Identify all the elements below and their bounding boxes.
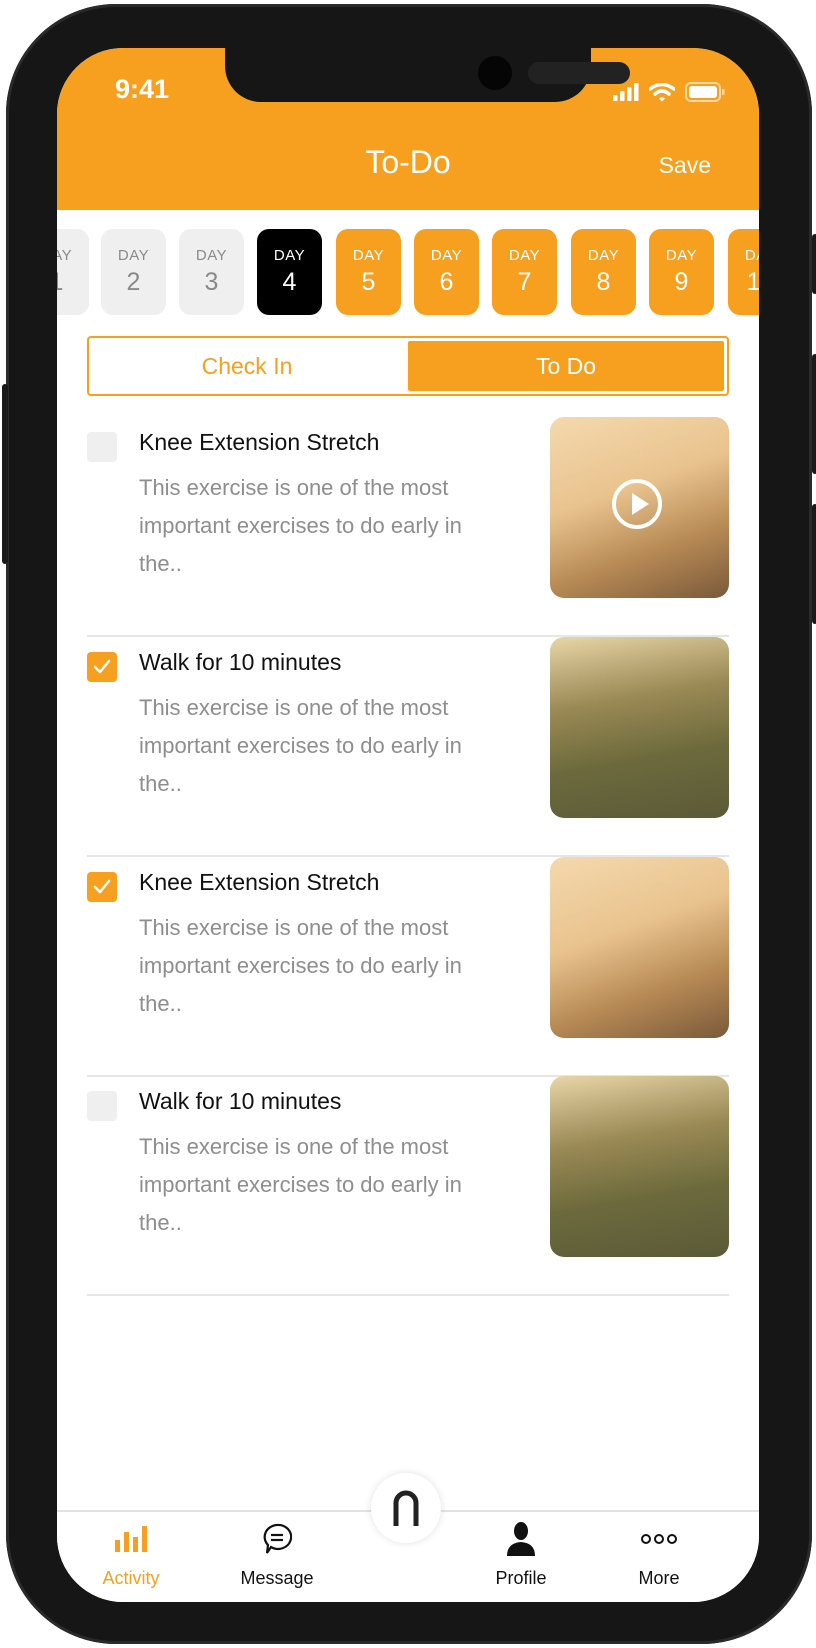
day-chip[interactable]: DAY 5 [336,229,401,315]
side-button [812,504,816,624]
item-description: This exercise is one of the most importa… [139,695,462,796]
bar-chart-icon [115,1526,147,1552]
side-button [812,234,816,294]
save-button[interactable]: Save [659,152,711,179]
status-icons [613,82,725,102]
day-chip[interactable]: DAY1 [57,229,89,315]
checkbox[interactable] [87,432,117,462]
exercise-thumbnail[interactable] [550,1076,729,1257]
checkbox-checked[interactable] [87,872,117,902]
wifi-icon [649,82,675,101]
status-time: 9:41 [115,74,170,104]
checkbox[interactable] [87,1091,117,1121]
header-bar: 9:41 To-Do Save [57,48,759,210]
tab-profile[interactable]: Profile [461,1522,581,1589]
day-chip[interactable]: DAY 6 [414,229,479,315]
side-button [812,354,816,474]
item-title: Walk for 10 minutes [139,1088,342,1114]
device-notch [225,48,630,102]
day-chip[interactable]: DAY10 [728,229,759,315]
day-chip[interactable]: DAY 3 [179,229,244,315]
tab-more[interactable]: More [599,1522,719,1589]
play-icon[interactable] [612,479,662,529]
person-icon [507,1522,535,1556]
segmented-control: Check In To Do [87,336,729,396]
item-description: This exercise is one of the most importa… [139,1134,462,1235]
chat-bubble-icon [263,1523,292,1554]
checkbox-checked[interactable] [87,652,117,682]
tab-message[interactable]: Message [217,1522,337,1589]
signal-icon [613,83,639,101]
center-home-button[interactable] [371,1473,441,1543]
item-description: This exercise is one of the most importa… [139,915,462,1016]
day-chip[interactable]: DAY 7 [492,229,557,315]
divider [87,1294,729,1296]
checkmark-icon [93,659,111,674]
item-title: Knee Extension Stretch [139,869,380,895]
list-item[interactable]: Knee Extension Stretch This exercise is … [87,857,729,1077]
day-chip-current[interactable]: DAY 4 [257,229,322,315]
day-chip[interactable]: DAY 9 [649,229,714,315]
volume-button [2,384,8,564]
exercise-thumbnail[interactable] [550,417,729,598]
exercise-thumbnail[interactable] [550,637,729,818]
more-dots-icon [641,1534,677,1544]
day-chip[interactable]: DAY 2 [101,229,166,315]
speaker [528,62,630,84]
camera [478,56,512,90]
tab-activity[interactable]: Activity [71,1522,191,1589]
list-item[interactable]: Walk for 10 minutes This exercise is one… [87,637,729,857]
item-title: Walk for 10 minutes [139,649,342,675]
tab-to-do[interactable]: To Do [408,341,724,391]
checkmark-icon [93,879,111,894]
tab-check-in[interactable]: Check In [89,338,405,394]
battery-icon [685,82,725,102]
exercise-thumbnail[interactable] [550,857,729,1038]
item-title: Knee Extension Stretch [139,429,380,455]
day-chip[interactable]: DAY 8 [571,229,636,315]
list-item[interactable]: Walk for 10 minutes This exercise is one… [87,1076,729,1296]
arch-logo-icon [393,1490,419,1526]
day-selector[interactable]: DAY1 DAY2 DAY3 DAY4 DAY5 DAY6 DAY7 DAY8 … [57,229,759,315]
page-title: To-Do [365,144,451,180]
item-description: This exercise is one of the most importa… [139,475,462,576]
list-item[interactable]: Knee Extension Stretch This exercise is … [87,417,729,637]
app-screen: 9:41 To-Do Save DAY1 DAY2 DAY3 DAY4 DAY5… [57,48,759,1602]
